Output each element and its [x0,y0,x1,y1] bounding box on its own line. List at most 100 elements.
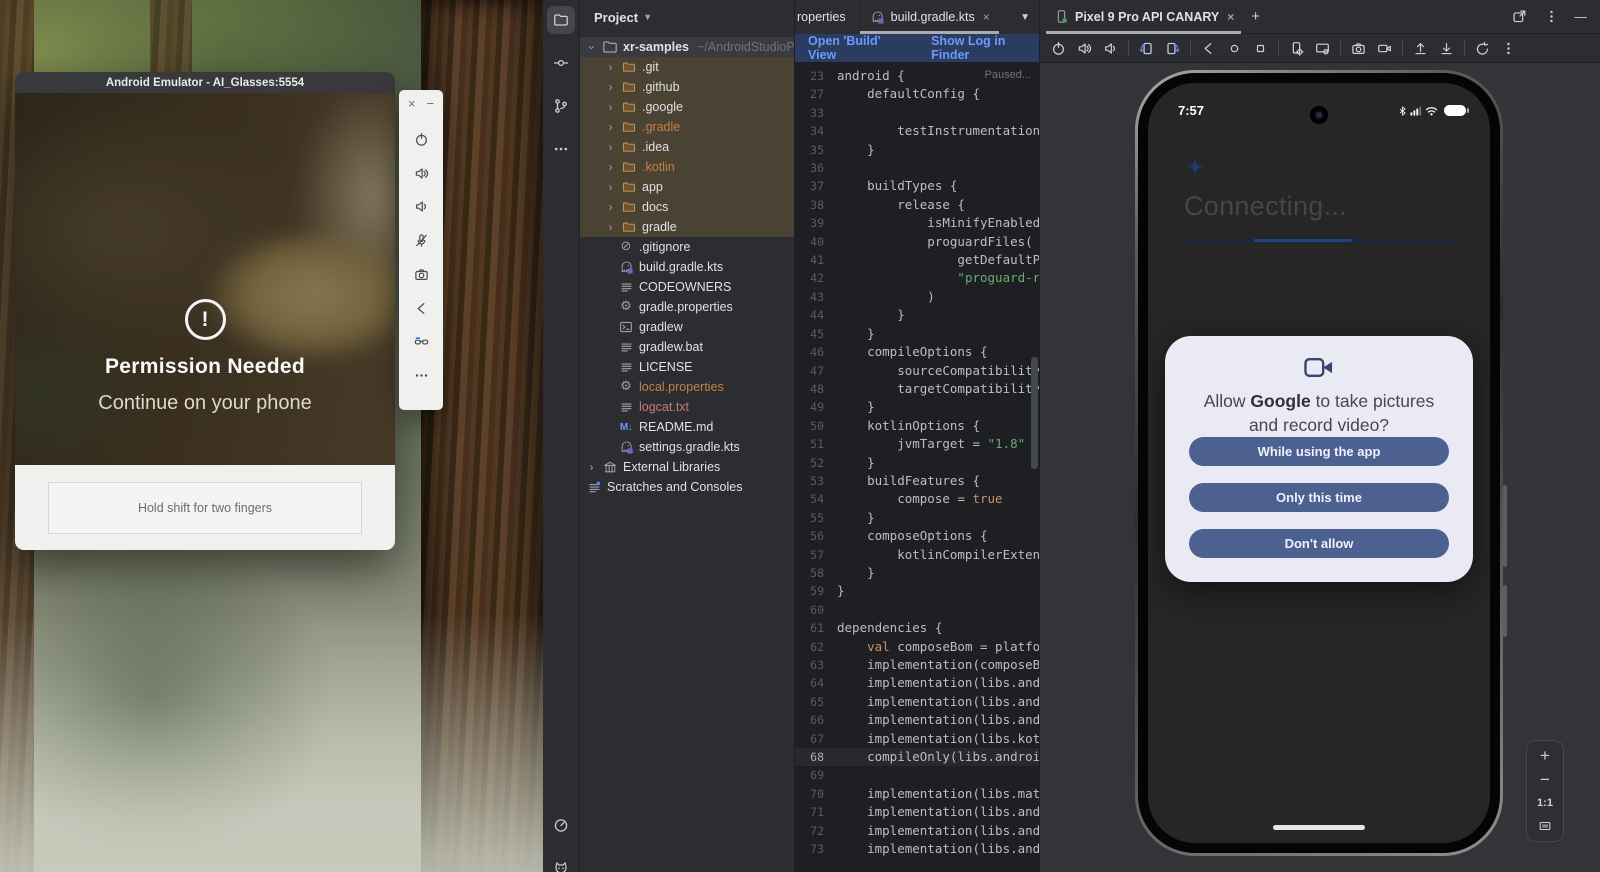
code-line-54[interactable]: 54 compose = true [795,490,1039,508]
close-tab-icon[interactable]: × [1227,10,1234,24]
code-line-38[interactable]: 38 release { [795,196,1039,214]
expand-icon[interactable]: › [605,82,616,93]
code-line-33[interactable]: 33 [795,104,1039,122]
tree-item--github[interactable]: ›.github [580,77,794,97]
tree-item-external-libraries[interactable]: ›External Libraries [580,457,794,477]
branches-tool-icon[interactable] [547,92,575,120]
code-line-48[interactable]: 48 targetCompatibility [795,380,1039,398]
vol-up-icon[interactable] [1076,40,1093,57]
code-line-63[interactable]: 63 implementation(composeBo [795,656,1039,674]
tree-item--gradle[interactable]: ›.gradle [580,117,794,137]
emulator-screen[interactable]: ! Permission Needed Continue on your pho… [15,93,395,465]
tree-item-app[interactable]: ›app [580,177,794,197]
video-icon[interactable] [1376,40,1393,57]
code-line-70[interactable]: 70 implementation(libs.mate [795,785,1039,803]
only-this-time-button[interactable]: Only this time [1189,483,1449,512]
expand-icon[interactable]: › [586,462,597,473]
device-frame-toggle-icon[interactable] [1538,819,1552,833]
back-icon[interactable] [413,300,430,317]
code-line-40[interactable]: 40 proguardFiles( [795,233,1039,251]
editor-scrollbar[interactable] [1031,357,1038,469]
tree-item-xr-samples[interactable]: ›xr-samples~/AndroidStudioProje [580,37,794,57]
code-line-57[interactable]: 57 kotlinCompilerExtens [795,546,1039,564]
expand-icon[interactable]: › [605,162,616,173]
code-line-43[interactable]: 43 ) [795,288,1039,306]
zoom-out-button[interactable]: − [1540,773,1550,787]
code-line-58[interactable]: 58 } [795,564,1039,582]
while-using-app-button[interactable]: While using the app [1189,437,1449,466]
zoom-in-button[interactable]: + [1540,749,1550,763]
code-editor[interactable]: Paused... 23android {27 defaultConfig {3… [795,62,1039,872]
expand-icon[interactable]: › [605,62,616,73]
expand-icon[interactable]: › [605,202,616,213]
emulator-title-bar[interactable]: Android Emulator - AI_Glasses:5554 [15,72,395,93]
profiler-tool-icon[interactable] [547,811,575,839]
more-dots-icon[interactable] [413,367,430,384]
code-line-55[interactable]: 55 } [795,509,1039,527]
device-settings-icon[interactable] [1288,40,1305,57]
open-in-window-icon[interactable] [1511,8,1528,25]
tab-build-gradle-kts[interactable]: build.gradle.kts × [860,0,999,34]
project-panel-title[interactable]: Project [594,10,638,25]
code-line-69[interactable]: 69 [795,766,1039,784]
code-line-46[interactable]: 46 compileOptions { [795,343,1039,361]
code-line-44[interactable]: 44 } [795,306,1039,324]
code-line-71[interactable]: 71 implementation(libs.andr [795,803,1039,821]
hidden-tabs-chevron-icon[interactable]: ▼ [1011,12,1039,23]
tree-item-gradlew[interactable]: gradlew [580,317,794,337]
zoom-reset-button[interactable]: 1:1 [1537,797,1553,809]
expand-icon[interactable]: › [605,122,616,133]
expand-icon[interactable]: › [605,142,616,153]
power-icon[interactable] [1050,40,1067,57]
code-line-37[interactable]: 37 buildTypes { [795,177,1039,195]
code-line-35[interactable]: 35 } [795,141,1039,159]
code-line-52[interactable]: 52 } [795,454,1039,472]
home-icon[interactable] [1226,40,1243,57]
code-line-50[interactable]: 50 kotlinOptions { [795,417,1039,435]
code-line-41[interactable]: 41 getDefaultPr [795,251,1039,269]
code-line-36[interactable]: 36 [795,159,1039,177]
code-line-51[interactable]: 51 jvmTarget = "1.8" [795,435,1039,453]
commit-tool-icon[interactable] [547,49,575,77]
close-tab-icon[interactable]: × [983,10,990,24]
minimize-icon[interactable]: − [427,97,435,110]
options-menu-icon[interactable] [1543,8,1560,25]
code-line-49[interactable]: 49 } [795,398,1039,416]
new-device-tab-button[interactable]: + [1241,8,1270,25]
logcat-tool-icon[interactable] [547,854,575,872]
upload-icon[interactable] [1412,40,1429,57]
code-line-47[interactable]: 47 sourceCompatibility [795,362,1039,380]
code-line-72[interactable]: 72 implementation(libs.andr [795,822,1039,840]
tab-gradle-properties[interactable]: roperties [795,0,860,34]
snapshot-icon[interactable] [1314,40,1331,57]
tree-item-settings-gradle-kts[interactable]: settings.gradle.kts [580,437,794,457]
tree-item--idea[interactable]: ›.idea [580,137,794,157]
restart-icon[interactable] [1474,40,1491,57]
tree-item-gradle[interactable]: ›gradle [580,217,794,237]
code-line-39[interactable]: 39 isMinifyEnabled [795,214,1039,232]
code-line-34[interactable]: 34 testInstrumentationR [795,122,1039,140]
code-line-53[interactable]: 53 buildFeatures { [795,472,1039,490]
code-line-67[interactable]: 67 implementation(libs.kotl [795,730,1039,748]
mic-off-icon[interactable] [413,232,430,249]
tree-item-gradlew-bat[interactable]: gradlew.bat [580,337,794,357]
expand-icon[interactable]: › [605,182,616,193]
tree-item-local-properties[interactable]: ⚙local.properties [580,377,794,397]
code-line-73[interactable]: 73 implementation(libs.andr [795,840,1039,858]
tree-item-docs[interactable]: ›docs [580,197,794,217]
camera-icon[interactable] [1350,40,1367,57]
expand-icon[interactable]: › [605,222,616,233]
tree-item-codeowners[interactable]: CODEOWNERS [580,277,794,297]
open-build-view-link[interactable]: Open 'Build' View [808,34,905,62]
tree-item-license[interactable]: LICENSE [580,357,794,377]
download-icon[interactable] [1438,40,1455,57]
code-line-68[interactable]: 68 compileOnly(libs.android [795,748,1039,766]
more-tools-icon[interactable] [547,135,575,163]
project-tool-icon[interactable] [547,6,575,34]
code-line-65[interactable]: 65 implementation(libs.andr [795,693,1039,711]
phone-screen[interactable]: 7:57 Connecting... [1148,83,1490,843]
show-log-link[interactable]: Show Log in Finder [931,34,1039,62]
tree-item-build-gradle-kts[interactable]: build.gradle.kts [580,257,794,277]
expand-icon[interactable]: › [605,102,616,113]
home-indicator[interactable] [1273,825,1365,830]
